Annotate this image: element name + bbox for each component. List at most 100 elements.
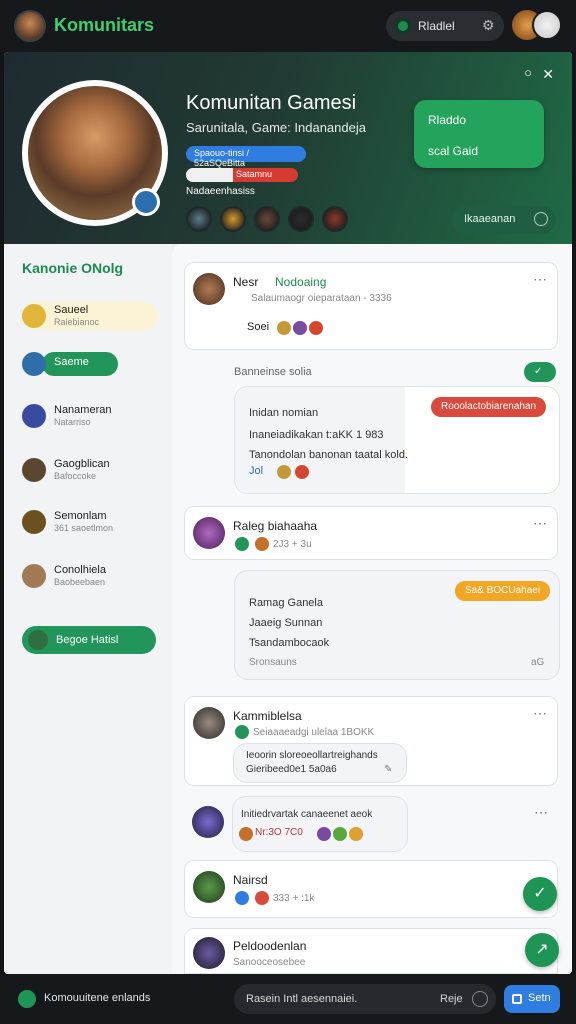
member-avatar[interactable] (322, 206, 348, 232)
minimize-icon[interactable]: ○ (524, 65, 532, 80)
emoji-icon (239, 827, 253, 841)
status-dot-icon (395, 18, 411, 34)
sidebar-item-2[interactable]: Saeme (22, 350, 158, 378)
post-avatar[interactable] (192, 806, 224, 838)
more-options-icon[interactable]: ⋯ (534, 804, 548, 821)
emoji-icon[interactable] (277, 465, 291, 479)
post-avatar[interactable] (193, 707, 225, 739)
bottom-bar: Komouuitene enlands Rasein Intl aesennai… (0, 974, 576, 1024)
post-card[interactable]: Nairsd 333 + :1k ✓ (184, 860, 558, 918)
app-title: Komunitars (54, 15, 155, 35)
member-avatar[interactable] (220, 206, 246, 232)
sidebar-active-item[interactable]: Begoe Hatisl (22, 626, 156, 654)
event-line4: Sronsauns (249, 657, 297, 668)
sidebar-item-sub: Natarriso (54, 417, 91, 427)
sidebar-item-name: Semonlam (54, 510, 107, 522)
member-avatar[interactable] (186, 206, 212, 232)
message-bubble[interactable]: Ieoorin sloreoeollartreighands Gieribeed… (233, 743, 407, 783)
sidebar: Kanonie ONolg Saueel Ralebianoc Saeme Na… (4, 244, 172, 974)
post-meta: Seiaaaeadgi ulelaa 1BOKK (253, 727, 375, 738)
emoji-icon (317, 827, 331, 841)
event-chip[interactable]: Sa& BOCUahaei (455, 581, 551, 601)
emoji-icon (255, 891, 269, 905)
emoji-icon[interactable] (277, 321, 291, 335)
post-avatar[interactable] (193, 273, 225, 305)
announcement-chip[interactable]: Rooolactobiarenahan (431, 397, 547, 417)
sidebar-active-label: Begoe Hatisl (56, 634, 119, 646)
message-bubble[interactable]: Initiedrvartak canaeenet aeok Nr:3O 7C0 (232, 796, 408, 852)
emoji-icon[interactable] (295, 465, 309, 479)
member-avatar[interactable] (254, 206, 280, 232)
post-card[interactable]: Peldoodenlan Sanooceosebee ↗ (184, 928, 559, 974)
event-corner: aG (531, 657, 545, 668)
sidebar-avatar (22, 458, 46, 482)
community-window: ○ ✕ Komunitan Gamesi Sarunitala, Game: I… (4, 52, 572, 974)
post-avatar[interactable] (193, 517, 225, 549)
post-meta: 2J3 + 3u (273, 539, 312, 550)
expand-fab[interactable]: ↗ (525, 933, 559, 967)
event-line2: Jaaeig Sunnan (249, 617, 323, 629)
more-options-icon[interactable]: ⋯ (533, 271, 547, 288)
post-author[interactable]: Nesr (233, 275, 258, 289)
sidebar-item-1[interactable]: Saueel Ralebianoc (22, 302, 158, 330)
sidebar-item-name: Nanameran (54, 404, 112, 416)
status-pill-label: Rladlel (418, 19, 455, 33)
post-avatar[interactable] (193, 937, 225, 969)
sidebar-avatar (22, 352, 46, 376)
emoji-line: Nr:3O 7C0 (255, 827, 303, 838)
join-button-label: Ikaaeanan (464, 213, 516, 225)
game-badge-icon (132, 188, 160, 216)
more-options-icon[interactable]: ⋯ (533, 705, 547, 722)
reaction-label: Soei (247, 321, 270, 333)
event-card[interactable]: Sa& BOCUahaei Ramag Ganela Jaaeig Sunnan… (234, 570, 560, 680)
community-icon[interactable] (18, 990, 36, 1008)
more-options-icon[interactable]: ⋯ (533, 515, 547, 532)
sidebar-item-3[interactable]: Nanameran Natarriso (22, 402, 158, 430)
member-avatars (186, 206, 348, 232)
emoji-picker-icon[interactable] (472, 991, 488, 1007)
announcement-card[interactable]: Rooolactobiarenahan Inidan nomian Inanei… (234, 386, 560, 494)
user-avatar[interactable] (14, 10, 46, 42)
sidebar-item-6[interactable]: Conolhiela Baobeebaen (22, 562, 158, 590)
send-button[interactable]: Setn (504, 985, 560, 1013)
emoji-icon (235, 725, 249, 739)
post-card[interactable]: Initiedrvartak canaeenet aeok Nr:3O 7C0 … (184, 796, 558, 856)
emoji-icon (255, 537, 269, 551)
post-meta: 333 + :1k (273, 893, 315, 904)
member-avatar[interactable] (288, 206, 314, 232)
post-card[interactable]: Raleg biahaaha 2J3 + 3u ⋯ (184, 506, 558, 560)
message-input[interactable]: Rasein Intl aesennaiei. Reje (234, 984, 496, 1014)
status-pill[interactable]: Rladlel ⚙ (386, 11, 504, 41)
verified-label: Nodoaing (275, 275, 327, 289)
sidebar-item-name: Conolhiela (54, 564, 106, 576)
status-card[interactable]: Rladdo scal Gaid (414, 100, 544, 168)
confirm-fab[interactable]: ✓ (523, 877, 557, 911)
announcement-line3: Tanondolan banonan taatal kold. (249, 449, 409, 461)
post-author[interactable]: Kammiblelsa (233, 709, 302, 723)
sidebar-item-4[interactable]: Gaogblican Bafoccoke (22, 456, 158, 484)
join-button[interactable]: Ikaaeanan (452, 206, 556, 234)
friend-avatar-2[interactable] (532, 10, 562, 40)
close-icon[interactable]: ✕ (542, 66, 554, 83)
info-badge[interactable]: Spaouo-tinsi / 52aSQeBitta (186, 146, 306, 168)
edit-icon[interactable]: ✎ (384, 764, 392, 775)
sidebar-item-sub: 361 saoetlmon (54, 523, 114, 533)
sidebar-item-5[interactable]: Semonlam 361 saoetlmon (22, 508, 158, 536)
post-avatar[interactable] (193, 871, 225, 903)
post-author[interactable]: Nairsd (233, 873, 268, 887)
post-author[interactable]: Raleg biahaaha (233, 519, 317, 533)
emoji-icon (235, 537, 249, 551)
post-author[interactable]: Peldoodenlan (233, 939, 306, 953)
sidebar-item-sub: Bafoccoke (54, 471, 97, 481)
gear-icon[interactable]: ⚙ (482, 17, 495, 34)
event-line1: Ramag Ganela (249, 597, 323, 609)
post-card[interactable]: Kammiblelsa Seiaaaeadgi ulelaa 1BOKK ⋯ I… (184, 696, 558, 786)
event-line3: Tsandambocaok (249, 637, 330, 649)
bubble-line2: Gieribeed0e1 5a0a6 (246, 764, 337, 775)
community-subtitle: Sarunitala, Game: Indanandeja (186, 120, 366, 135)
emoji-icon[interactable] (293, 321, 307, 335)
emoji-icon[interactable] (309, 321, 323, 335)
check-toggle[interactable]: ✓ (524, 362, 556, 382)
clock-icon (534, 212, 548, 226)
post-card[interactable]: Nesr Nodoaing Salaumaogr oieparataan - 3… (184, 262, 558, 350)
